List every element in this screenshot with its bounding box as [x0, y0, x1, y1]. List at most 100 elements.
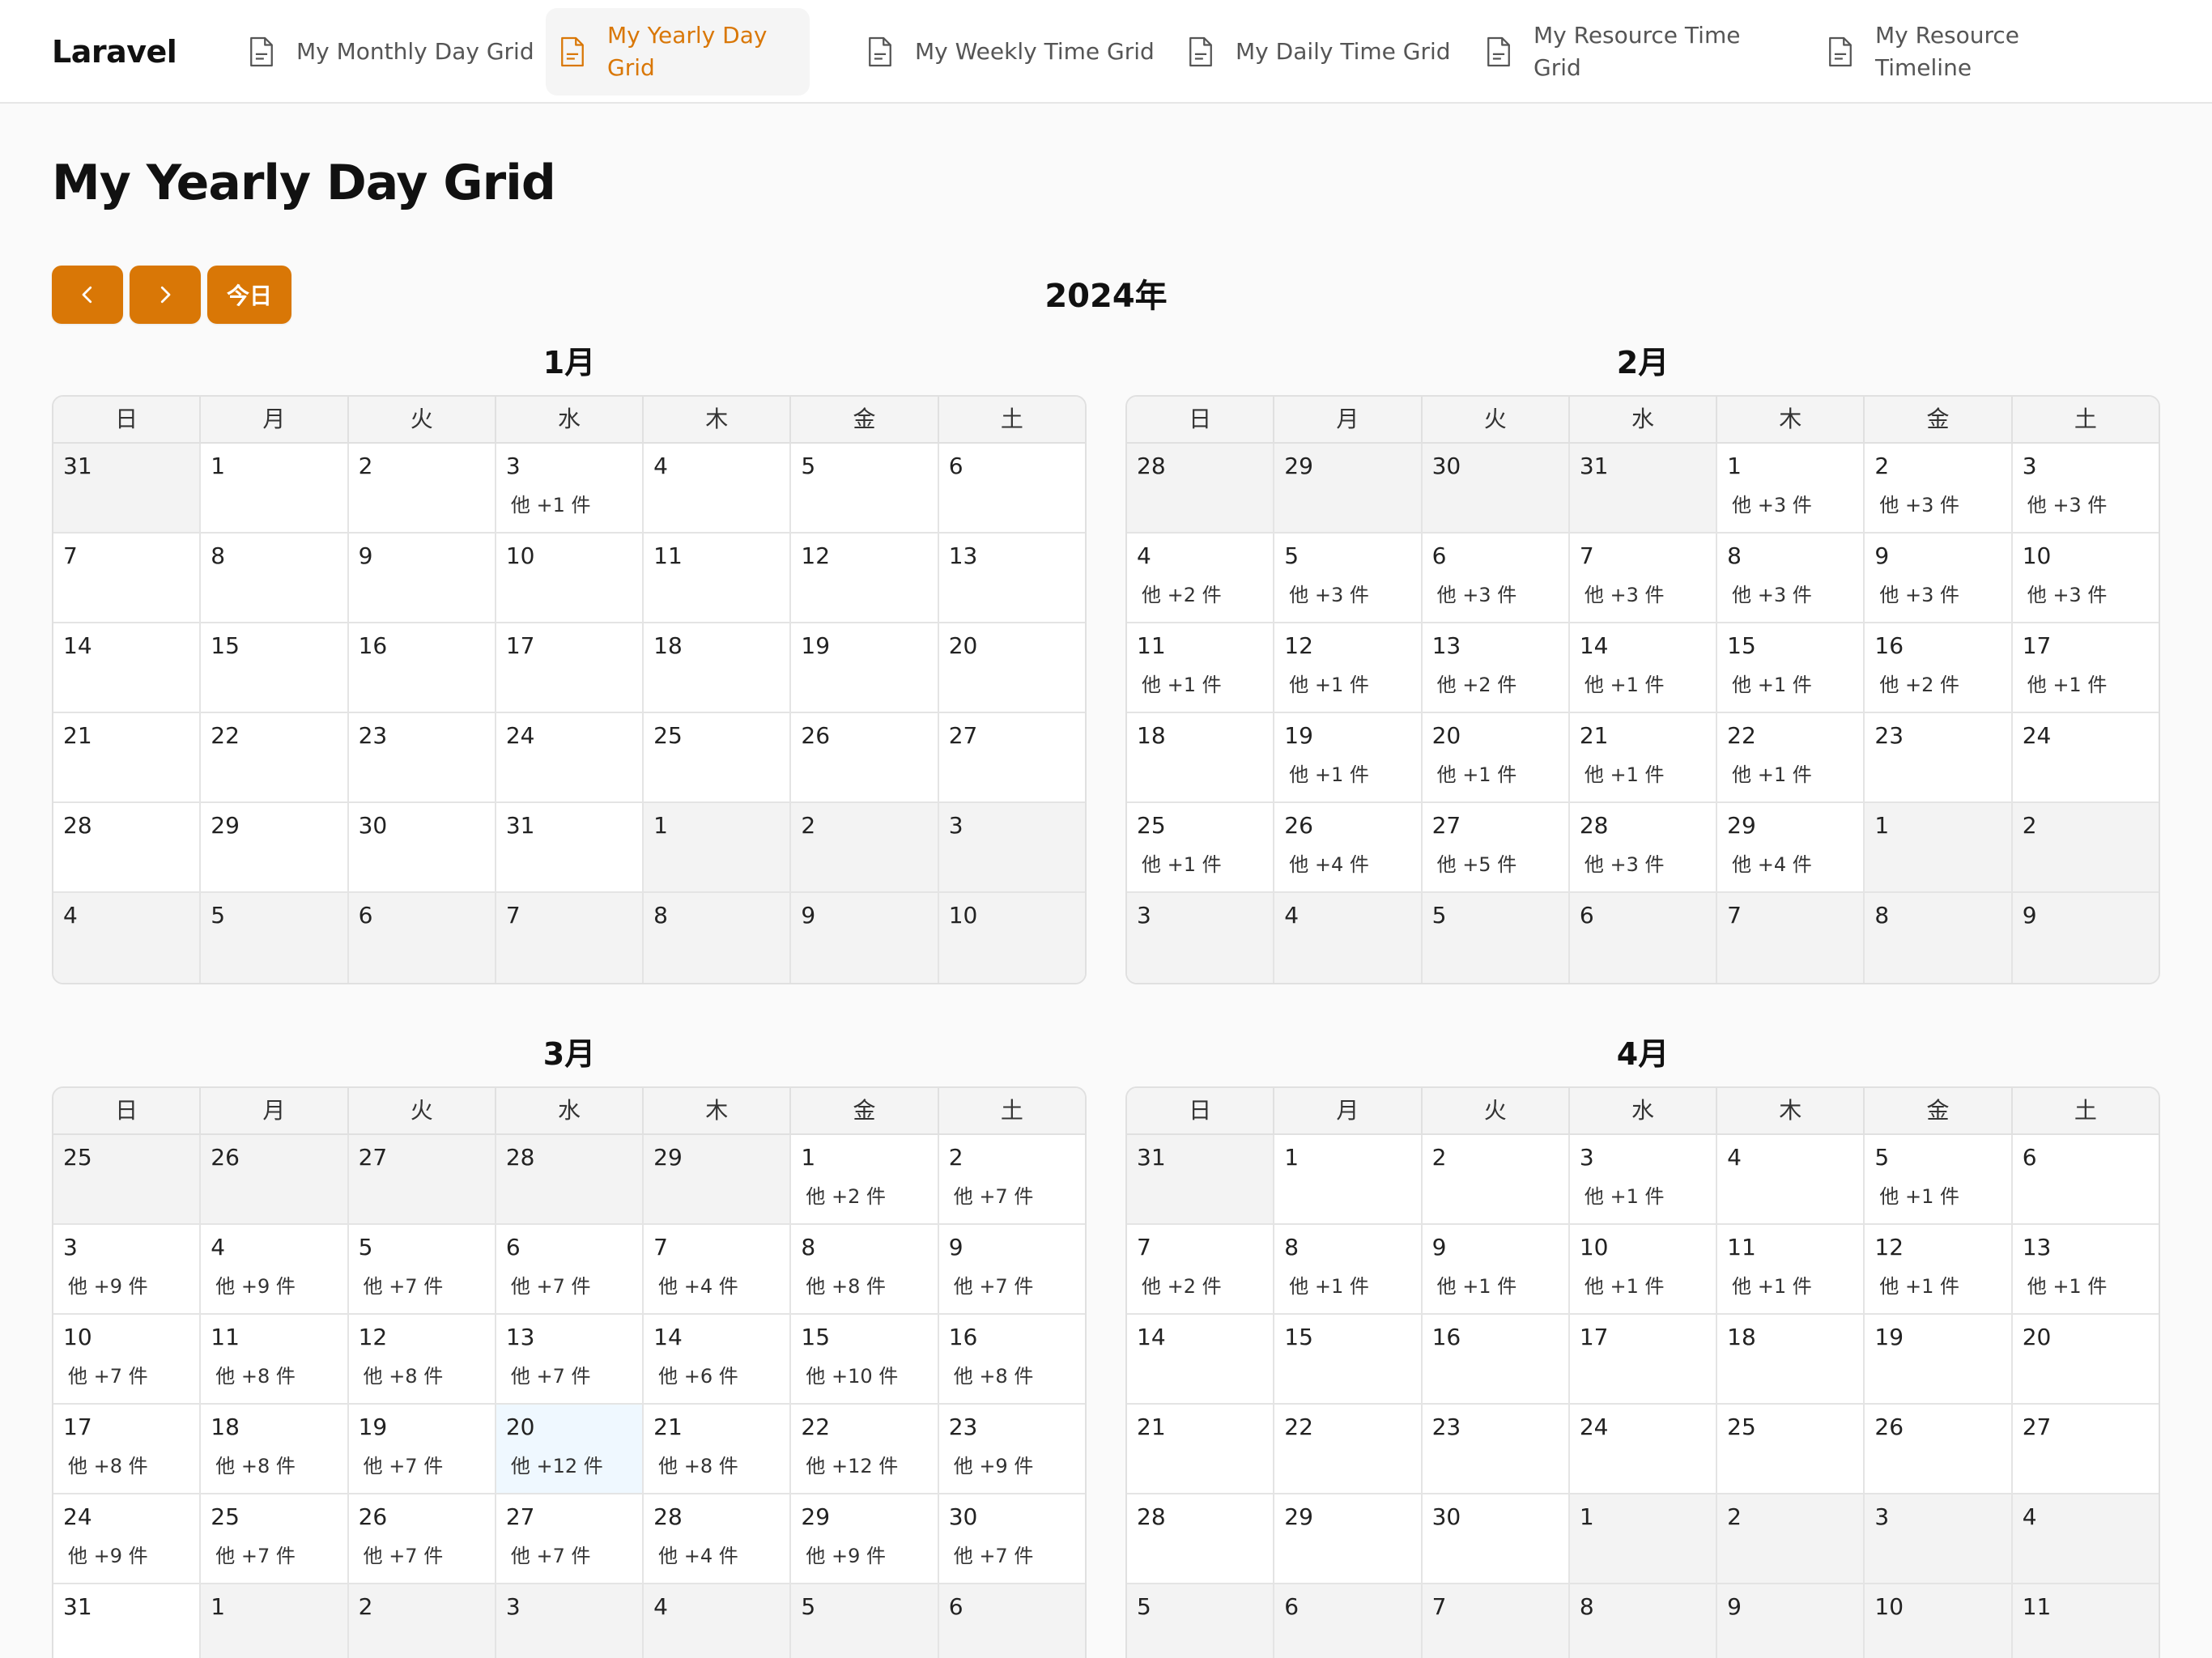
- more-events-link[interactable]: 他 +2 件: [806, 1184, 886, 1209]
- day-cell[interactable]: 1: [644, 803, 792, 891]
- day-cell[interactable]: 19: [791, 623, 939, 712]
- day-cell[interactable]: 17: [496, 623, 644, 712]
- day-cell[interactable]: 3 他 +1 件: [1569, 1135, 1718, 1223]
- nav-item-resource-time-grid[interactable]: My Resource Time Grid: [1472, 8, 1793, 96]
- day-cell[interactable]: 27 他 +7 件: [496, 1494, 644, 1583]
- more-events-link[interactable]: 他 +1 件: [1732, 1273, 1812, 1299]
- day-cell[interactable]: 19 他 +1 件: [1274, 713, 1423, 801]
- day-cell[interactable]: 25: [53, 1135, 202, 1223]
- day-cell[interactable]: 7 他 +3 件: [1569, 534, 1718, 622]
- day-cell[interactable]: 5: [1127, 1584, 1275, 1658]
- more-events-link[interactable]: 他 +7 件: [954, 1543, 1034, 1569]
- day-cell[interactable]: 25 他 +1 件: [1127, 803, 1275, 891]
- day-cell[interactable]: 13 他 +7 件: [496, 1315, 644, 1403]
- day-cell[interactable]: 14: [53, 623, 202, 712]
- day-cell[interactable]: 15 他 +10 件: [791, 1315, 939, 1403]
- more-events-link[interactable]: 他 +3 件: [1732, 582, 1812, 608]
- day-cell[interactable]: 22: [201, 713, 349, 801]
- more-events-link[interactable]: 他 +7 件: [954, 1273, 1034, 1299]
- prev-button[interactable]: [52, 266, 123, 324]
- day-cell[interactable]: 2: [2012, 803, 2159, 891]
- day-cell[interactable]: 9: [348, 534, 496, 622]
- more-events-link[interactable]: 他 +1 件: [1585, 762, 1665, 788]
- day-cell[interactable]: 28 他 +4 件: [644, 1494, 792, 1583]
- day-cell[interactable]: 5 他 +3 件: [1274, 534, 1423, 622]
- day-cell[interactable]: 11 他 +8 件: [201, 1315, 349, 1403]
- day-cell[interactable]: 8: [1865, 893, 2013, 983]
- day-cell[interactable]: 30 他 +7 件: [938, 1494, 1085, 1583]
- nav-item-monthly-day-grid[interactable]: My Monthly Day Grid: [235, 8, 555, 96]
- day-cell[interactable]: 9 他 +3 件: [1865, 534, 2013, 622]
- day-cell[interactable]: 27 他 +5 件: [1422, 803, 1570, 891]
- day-cell[interactable]: 28: [53, 803, 202, 891]
- day-cell[interactable]: 31: [1569, 444, 1718, 532]
- day-cell[interactable]: 14 他 +1 件: [1569, 623, 1718, 712]
- day-cell[interactable]: 9: [2012, 893, 2159, 983]
- day-cell[interactable]: 2 他 +7 件: [938, 1135, 1085, 1223]
- day-cell[interactable]: 7: [1717, 893, 1865, 983]
- day-cell[interactable]: 1: [201, 444, 349, 532]
- day-cell[interactable]: 10 他 +3 件: [2012, 534, 2159, 622]
- day-cell[interactable]: 2: [348, 1584, 496, 1658]
- day-cell[interactable]: 4: [53, 893, 202, 983]
- more-events-link[interactable]: 他 +1 件: [1732, 762, 1812, 788]
- more-events-link[interactable]: 他 +8 件: [954, 1363, 1034, 1389]
- day-cell[interactable]: 25 他 +7 件: [201, 1494, 349, 1583]
- day-cell[interactable]: 6: [938, 444, 1085, 532]
- day-cell[interactable]: 11: [2012, 1584, 2159, 1658]
- day-cell[interactable]: 12 他 +1 件: [1274, 623, 1423, 712]
- nav-item-daily-time-grid[interactable]: My Daily Time Grid: [1174, 8, 1495, 96]
- day-cell[interactable]: 29: [1274, 444, 1423, 532]
- day-cell[interactable]: 27: [938, 713, 1085, 801]
- more-events-link[interactable]: 他 +3 件: [1437, 582, 1517, 608]
- more-events-link[interactable]: 他 +3 件: [1879, 582, 1959, 608]
- more-events-link[interactable]: 他 +3 件: [2027, 582, 2108, 608]
- day-cell[interactable]: 1: [1274, 1135, 1423, 1223]
- more-events-link[interactable]: 他 +7 件: [511, 1363, 591, 1389]
- day-cell-today[interactable]: 20 他 +12 件: [496, 1405, 644, 1493]
- day-cell[interactable]: 2: [1422, 1135, 1570, 1223]
- day-cell[interactable]: 10 他 +1 件: [1569, 1225, 1718, 1313]
- day-cell[interactable]: 8: [201, 534, 349, 622]
- day-cell[interactable]: 23 他 +9 件: [938, 1405, 1085, 1493]
- day-cell[interactable]: 21 他 +8 件: [644, 1405, 792, 1493]
- more-events-link[interactable]: 他 +8 件: [658, 1453, 738, 1479]
- more-events-link[interactable]: 他 +4 件: [658, 1273, 738, 1299]
- day-cell[interactable]: 7: [53, 534, 202, 622]
- day-cell[interactable]: 4 他 +9 件: [201, 1225, 349, 1313]
- day-cell[interactable]: 3 他 +1 件: [496, 444, 644, 532]
- day-cell[interactable]: 24 他 +9 件: [53, 1494, 202, 1583]
- more-events-link[interactable]: 他 +7 件: [364, 1273, 444, 1299]
- more-events-link[interactable]: 他 +3 件: [1585, 852, 1665, 878]
- day-cell[interactable]: 31: [53, 444, 202, 532]
- more-events-link[interactable]: 他 +2 件: [1142, 582, 1222, 608]
- day-cell[interactable]: 7: [1422, 1584, 1570, 1658]
- more-events-link[interactable]: 他 +4 件: [1289, 852, 1369, 878]
- today-button[interactable]: 今日: [207, 266, 291, 324]
- more-events-link[interactable]: 他 +1 件: [1585, 1273, 1665, 1299]
- day-cell[interactable]: 4: [2012, 1494, 2159, 1583]
- day-cell[interactable]: 24: [2012, 713, 2159, 801]
- day-cell[interactable]: 10: [1865, 1584, 2013, 1658]
- more-events-link[interactable]: 他 +1 件: [1879, 1273, 1959, 1299]
- more-events-link[interactable]: 他 +2 件: [1879, 672, 1959, 698]
- day-cell[interactable]: 5: [201, 893, 349, 983]
- day-cell[interactable]: 12 他 +8 件: [348, 1315, 496, 1403]
- more-events-link[interactable]: 他 +3 件: [1732, 492, 1812, 518]
- day-cell[interactable]: 10 他 +7 件: [53, 1315, 202, 1403]
- day-cell[interactable]: 4 他 +2 件: [1127, 534, 1275, 622]
- more-events-link[interactable]: 他 +7 件: [68, 1363, 148, 1389]
- day-cell[interactable]: 1: [1569, 1494, 1718, 1583]
- day-cell[interactable]: 17 他 +8 件: [53, 1405, 202, 1493]
- more-events-link[interactable]: 他 +8 件: [806, 1273, 886, 1299]
- more-events-link[interactable]: 他 +9 件: [68, 1273, 148, 1299]
- day-cell[interactable]: 14 他 +6 件: [644, 1315, 792, 1403]
- day-cell[interactable]: 21: [53, 713, 202, 801]
- day-cell[interactable]: 1: [201, 1584, 349, 1658]
- day-cell[interactable]: 29 他 +9 件: [791, 1494, 939, 1583]
- day-cell[interactable]: 19 他 +7 件: [348, 1405, 496, 1493]
- more-events-link[interactable]: 他 +1 件: [1289, 1273, 1369, 1299]
- more-events-link[interactable]: 他 +9 件: [68, 1543, 148, 1569]
- more-events-link[interactable]: 他 +8 件: [215, 1363, 296, 1389]
- day-cell[interactable]: 6: [938, 1584, 1085, 1658]
